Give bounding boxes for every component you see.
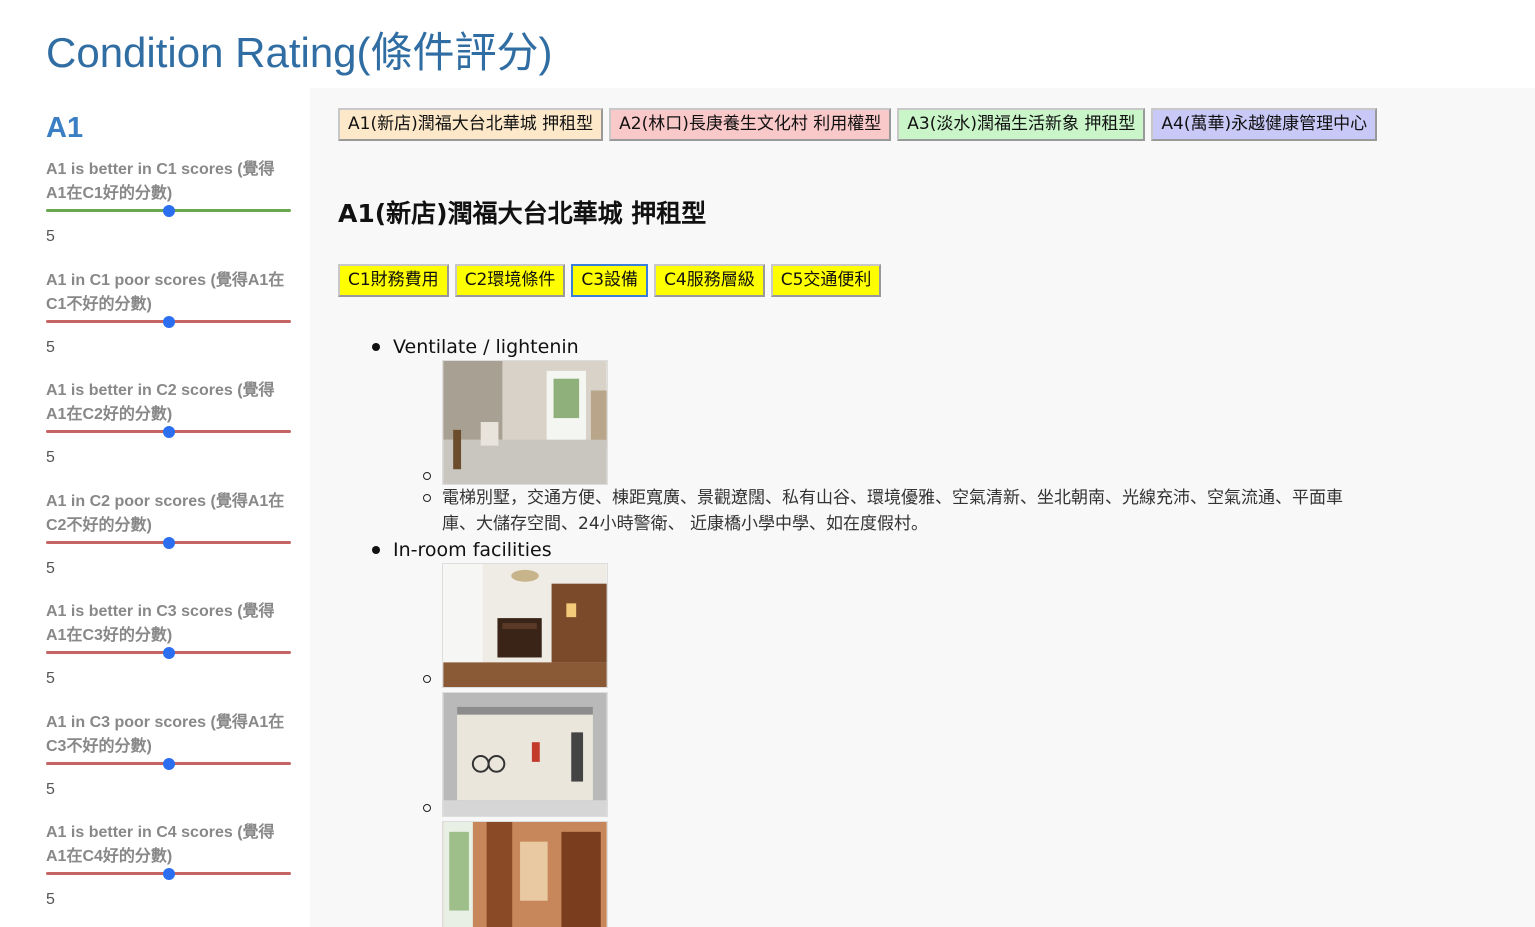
slider-thumb[interactable] bbox=[162, 647, 175, 659]
rating-slider-block: A1 is better in C1 scores (覺得A1在C1好的分數) … bbox=[46, 158, 296, 247]
tab-c1-finance[interactable]: C1財務費用 bbox=[338, 264, 449, 297]
slider-thumb[interactable] bbox=[162, 205, 175, 217]
slider-thumb[interactable] bbox=[162, 426, 175, 438]
page-title: Condition Rating(條件評分) bbox=[46, 29, 553, 76]
site-tab-bar: A1(新店)潤福大台北華城 押租型 A2(林口)長庚養生文化村 利用權型 A3(… bbox=[338, 108, 1378, 141]
tab-site-a4[interactable]: A4(萬華)永越健康管理中心 bbox=[1151, 108, 1378, 141]
slider-value: 5 bbox=[46, 449, 55, 466]
slider-value: 5 bbox=[46, 560, 55, 577]
slider-label: A1 is better in C3 scores (覺得A1在C3好的分數) bbox=[46, 603, 275, 644]
sub-list bbox=[372, 563, 1372, 927]
rating-slider[interactable] bbox=[46, 315, 291, 329]
sub-list-item bbox=[372, 360, 1372, 485]
rating-slider[interactable] bbox=[46, 536, 291, 550]
rating-slider-block: A1 in C2 poor scores (覺得A1在C2不好的分數) 5 bbox=[46, 490, 296, 579]
slider-label: A1 in C3 poor scores (覺得A1在C3不好的分數) bbox=[46, 714, 285, 755]
slider-value: 5 bbox=[46, 891, 55, 908]
list-item: Ventilate / lightenin 電梯別墅，交通方便、棟距寬廣、景觀遼… bbox=[372, 334, 1372, 537]
slider-thumb[interactable] bbox=[162, 316, 175, 328]
rating-slider[interactable] bbox=[46, 867, 291, 881]
hallway-photo bbox=[442, 821, 608, 927]
slider-label: A1 is better in C1 scores (覺得A1在C1好的分數) bbox=[46, 161, 275, 202]
slider-value: 5 bbox=[46, 228, 55, 245]
rating-slider[interactable] bbox=[46, 425, 291, 439]
slider-value: 5 bbox=[46, 670, 55, 687]
rating-sidebar: A1 A1 is better in C1 scores (覺得A1在C1好的分… bbox=[0, 88, 310, 927]
tab-c4-service[interactable]: C4服務層級 bbox=[654, 264, 765, 297]
sub-list-item bbox=[372, 821, 1372, 927]
tab-c2-environment[interactable]: C2環境條件 bbox=[454, 264, 566, 297]
rating-slider-block: A1 in C3 poor scores (覺得A1在C3不好的分數) 5 bbox=[46, 711, 296, 800]
slider-value: 5 bbox=[46, 339, 55, 356]
ventilate-description: 電梯別墅，交通方便、棟距寬廣、景觀遼闊、私有山谷、環境優雅、空氣清新、坐北朝南、… bbox=[442, 488, 1343, 534]
tab-site-a2[interactable]: A2(林口)長庚養生文化村 利用權型 bbox=[609, 108, 892, 141]
bullet-icon bbox=[372, 546, 380, 554]
rating-slider-block: A1 in C1 poor scores (覺得A1在C1不好的分數) 5 bbox=[46, 269, 296, 358]
main-panel: A1(新店)潤福大台北華城 押租型 A2(林口)長庚養生文化村 利用權型 A3(… bbox=[310, 88, 1535, 927]
slider-label: A1 is better in C2 scores (覺得A1在C2好的分數) bbox=[46, 382, 275, 423]
condition-tab-bar: C1財務費用 C2環境條件 C3設備 C4服務層級 C5交通便利 bbox=[338, 264, 882, 297]
rating-slider-block: A1 is better in C2 scores (覺得A1在C2好的分數) … bbox=[46, 379, 296, 468]
rating-slider[interactable] bbox=[46, 646, 291, 660]
circle-bullet-icon bbox=[423, 804, 431, 812]
rating-slider[interactable] bbox=[46, 757, 291, 771]
slider-value: 5 bbox=[46, 781, 55, 798]
living-room-photo bbox=[442, 360, 608, 485]
item-label-facilities: In-room facilities bbox=[393, 539, 552, 561]
tab-c5-transport[interactable]: C5交通便利 bbox=[770, 264, 882, 297]
slider-label: A1 in C1 poor scores (覺得A1在C1不好的分數) bbox=[46, 272, 285, 313]
slider-label: A1 in C2 poor scores (覺得A1在C2不好的分數) bbox=[46, 493, 285, 534]
item-label-ventilate: Ventilate / lightenin bbox=[393, 336, 579, 358]
garage-photo bbox=[442, 692, 608, 817]
condition-content-list: Ventilate / lightenin 電梯別墅，交通方便、棟距寬廣、景觀遼… bbox=[372, 334, 1372, 927]
tab-site-a1[interactable]: A1(新店)潤福大台北華城 押租型 bbox=[338, 108, 604, 141]
slider-thumb[interactable] bbox=[162, 758, 175, 770]
circle-bullet-icon bbox=[423, 675, 431, 683]
sidebar-heading: A1 bbox=[46, 112, 84, 144]
sub-list-item bbox=[372, 692, 1372, 817]
slider-thumb[interactable] bbox=[162, 537, 175, 549]
tab-c3-equipment[interactable]: C3設備 bbox=[571, 264, 649, 297]
list-item: In-room facilities bbox=[372, 537, 1372, 927]
site-heading: A1(新店)潤福大台北華城 押租型 bbox=[338, 199, 707, 228]
rating-slider-block: A1 is better in C3 scores (覺得A1在C3好的分數) … bbox=[46, 600, 296, 689]
tab-site-a3[interactable]: A3(淡水)潤福生活新象 押租型 bbox=[897, 108, 1146, 141]
bullet-icon bbox=[372, 343, 380, 351]
rating-slider-block: A1 is better in C4 scores (覺得A1在C4好的分數) … bbox=[46, 821, 296, 910]
circle-bullet-icon bbox=[423, 494, 431, 502]
dining-room-photo bbox=[442, 563, 608, 688]
circle-bullet-icon bbox=[423, 472, 431, 480]
rating-slider[interactable] bbox=[46, 204, 291, 218]
sub-list-item: 電梯別墅，交通方便、棟距寬廣、景觀遼闊、私有山谷、環境優雅、空氣清新、坐北朝南、… bbox=[372, 485, 1372, 537]
slider-label: A1 is better in C4 scores (覺得A1在C4好的分數) bbox=[46, 824, 275, 865]
sub-list: 電梯別墅，交通方便、棟距寬廣、景觀遼闊、私有山谷、環境優雅、空氣清新、坐北朝南、… bbox=[372, 360, 1372, 537]
sub-list-item bbox=[372, 563, 1372, 688]
slider-thumb[interactable] bbox=[162, 868, 175, 880]
